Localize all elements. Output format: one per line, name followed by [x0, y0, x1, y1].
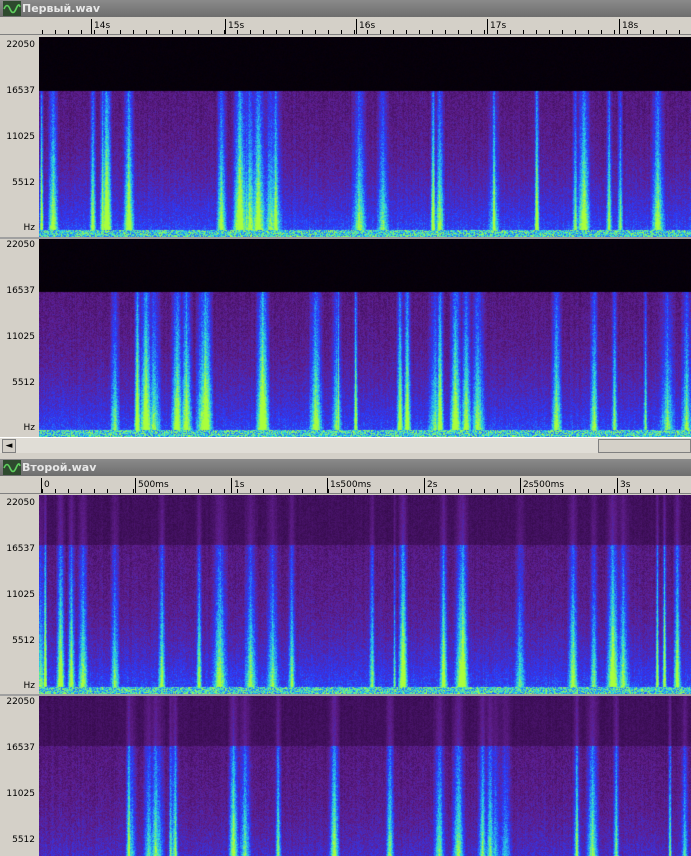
- freq-label: 22050: [6, 240, 35, 250]
- spectrogram-channel-2[interactable]: [39, 696, 691, 856]
- waveform-icon: [3, 460, 21, 475]
- scroll-left-button[interactable]: ◄: [2, 439, 16, 453]
- time-ruler-1[interactable]: 14s 15s 16s 17s 18s: [0, 19, 691, 35]
- freq-label: 22050: [6, 498, 35, 508]
- scroll-thumb[interactable]: [598, 439, 691, 453]
- window-title: Первый.wav: [22, 2, 101, 15]
- waveform-icon: [3, 1, 21, 16]
- frequency-axis: 22050 16537 11025 5512: [0, 696, 39, 856]
- time-tick: 1s500ms: [330, 480, 372, 490]
- freq-label: 16537: [6, 86, 35, 96]
- window-title: Второй.wav: [22, 461, 97, 474]
- freq-label: 5512: [12, 378, 35, 388]
- time-tick: 18s: [622, 21, 639, 31]
- freq-label: 22050: [6, 697, 35, 707]
- freq-label: 11025: [6, 590, 35, 600]
- freq-label: 11025: [6, 789, 35, 799]
- frequency-axis: 22050 16537 11025 5512 Hz: [0, 239, 39, 437]
- frequency-axis: 22050 16537 11025 5512 Hz: [0, 37, 39, 237]
- frequency-axis: 22050 16537 11025 5512 Hz: [0, 495, 39, 694]
- window-title-bar-2[interactable]: Второй.wav: [0, 459, 691, 476]
- freq-label: 5512: [12, 636, 35, 646]
- freq-label: 11025: [6, 332, 35, 342]
- time-tick: 500ms: [138, 480, 169, 490]
- freq-label: 16537: [6, 544, 35, 554]
- freq-label: 11025: [6, 132, 35, 142]
- time-tick: 1s: [234, 480, 245, 490]
- freq-label: 5512: [12, 835, 35, 845]
- time-tick: 2s500ms: [523, 480, 565, 490]
- freq-unit: Hz: [23, 423, 36, 433]
- time-tick: 3s: [620, 480, 631, 490]
- time-tick: 17s: [490, 21, 507, 31]
- horizontal-scrollbar[interactable]: ◄: [0, 437, 691, 454]
- spectrogram-channel-1[interactable]: [39, 37, 691, 237]
- spectrogram-channel-1[interactable]: [39, 495, 691, 694]
- freq-label: 16537: [6, 286, 35, 296]
- window-title-bar-1[interactable]: Первый.wav: [0, 0, 691, 17]
- spectrogram-channel-2[interactable]: [39, 239, 691, 437]
- time-tick: 0: [44, 480, 50, 490]
- freq-unit: Hz: [23, 223, 36, 233]
- freq-label: 16537: [6, 743, 35, 753]
- freq-unit: Hz: [23, 681, 36, 691]
- freq-label: 22050: [6, 40, 35, 50]
- freq-label: 5512: [12, 178, 35, 188]
- time-ruler-2[interactable]: 0 500ms 1s 1s500ms 2s 2s500ms 3s: [0, 478, 691, 494]
